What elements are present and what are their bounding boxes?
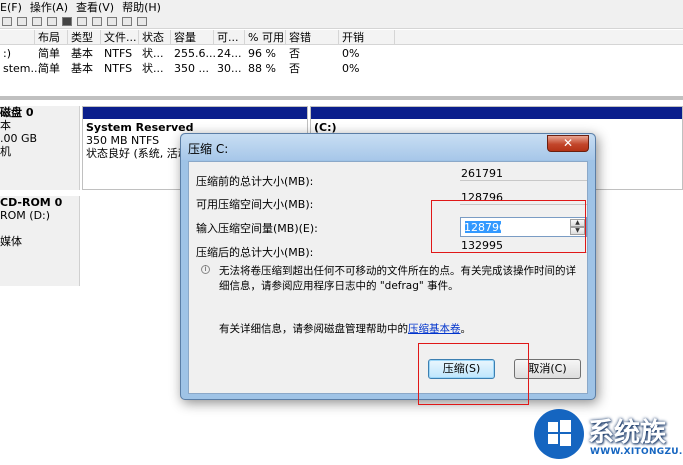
windows-logo-icon (534, 409, 584, 459)
cdrom-media: 媒体 (0, 235, 22, 248)
disk-0-size: .00 GB (0, 132, 38, 145)
info-icon: i (201, 265, 210, 274)
cell-type: 基本 (71, 47, 93, 60)
menu-action[interactable]: 操作(A) (30, 0, 68, 15)
cdrom-name: CD-ROM 0 (0, 196, 63, 209)
cell-fault-tolerance: 否 (289, 62, 300, 75)
watermark-url: WWW.XITONGZU.COM (590, 447, 683, 457)
help-link[interactable]: 压缩基本卷 (408, 323, 461, 335)
refresh-icon[interactable] (77, 17, 87, 26)
up-icon[interactable] (32, 17, 42, 26)
cell-filesystem: NTFS (104, 62, 133, 75)
cell-percent-free: 96 % (248, 47, 276, 60)
annotation-box-shrink (418, 343, 529, 405)
cell-free: 30... (217, 62, 242, 75)
cdrom-blank (0, 222, 79, 235)
col-capacity[interactable]: 容量 (171, 30, 214, 45)
cell-capacity: 255.6... (174, 47, 216, 60)
cell-layout: 简单 (38, 47, 60, 60)
detail-prefix: 有关详细信息，请参阅磁盘管理帮助中的 (219, 323, 408, 335)
col-volume[interactable] (0, 30, 35, 45)
menu-file[interactable]: E(F) (0, 0, 22, 15)
col-fault-tolerance[interactable]: 容错 (286, 30, 339, 45)
forward-icon[interactable] (17, 17, 27, 26)
table-row[interactable]: :) 简单 基本 NTFS 状... 255.6... 24... 96 % 否… (0, 46, 683, 61)
cell-fault-tolerance: 否 (289, 47, 300, 60)
toolbar (0, 15, 683, 29)
disk-0-label[interactable]: 磁盘 0 本 .00 GB 机 (0, 106, 80, 190)
partition-bar (83, 107, 307, 119)
shrink-dialog: 压缩 C: ✕ 压缩前的总计大小(MB): 261791 可用压缩空间大小(MB… (180, 133, 596, 400)
col-percent-free[interactable]: % 可用 (245, 30, 286, 45)
cell-percent-free: 88 % (248, 62, 276, 75)
info-text: 无法将卷压缩到超出任何不可移动的文件所在的点。有关完成该操作时间的详细信息，请参… (219, 265, 576, 292)
close-button[interactable]: ✕ (547, 135, 589, 152)
col-free[interactable]: 可... (214, 30, 245, 45)
panel-icon[interactable] (137, 17, 147, 26)
detail-suffix: 。 (460, 323, 472, 335)
table-row[interactable]: stem... 简单 基本 NTFS 状... 350 ... 30... 88… (0, 61, 683, 76)
shrink-amount-label: 输入压缩空间量(MB)(E): (196, 222, 318, 235)
close-icon: ✕ (562, 136, 574, 150)
back-icon[interactable] (2, 17, 12, 26)
partition-bar (311, 107, 682, 119)
menu-help[interactable]: 帮助(H) (122, 0, 161, 15)
cell-overhead: 0% (342, 47, 360, 60)
col-layout[interactable]: 布局 (35, 30, 68, 45)
cell-status: 状... (142, 47, 164, 60)
dialog-titlebar[interactable]: 压缩 C: ✕ (181, 134, 595, 160)
dialog-title: 压缩 C: (188, 142, 229, 156)
total-before-value: 261791 (460, 167, 587, 181)
check-icon[interactable] (122, 17, 132, 26)
col-filesystem[interactable]: 文件... (101, 30, 139, 45)
cell-free: 24... (217, 47, 242, 60)
cell-filesystem: NTFS (104, 47, 133, 60)
watermark-brand: 系统族 (588, 418, 667, 448)
cell-status: 状... (142, 62, 164, 75)
disk-0-name: 磁盘 0 (0, 106, 34, 119)
cdrom-drive: ROM (D:) (0, 209, 51, 222)
col-type[interactable]: 类型 (68, 30, 101, 45)
help-icon[interactable] (47, 17, 57, 26)
open-icon[interactable] (92, 17, 102, 26)
detail-text: 有关详细信息，请参阅磁盘管理帮助中的压缩基本卷。 (219, 321, 471, 336)
disk-0-type: 本 (0, 119, 11, 132)
menu-bar: E(F) 操作(A) 查看(V) 帮助(H) (0, 0, 683, 15)
list-icon[interactable] (107, 17, 117, 26)
annotation-box-input (431, 200, 586, 253)
cell-overhead: 0% (342, 62, 360, 75)
cell-layout: 简单 (38, 62, 60, 75)
col-overhead[interactable]: 开销 (339, 30, 395, 45)
cell-capacity: 350 ... (174, 62, 209, 75)
cdrom-0-label[interactable]: CD-ROM 0 ROM (D:) 媒体 (0, 196, 80, 286)
properties-icon[interactable] (62, 17, 72, 26)
col-status[interactable]: 状态 (139, 30, 171, 45)
menu-view[interactable]: 查看(V) (76, 0, 114, 15)
total-after-label: 压缩后的总计大小(MB): (196, 246, 314, 259)
cell-type: 基本 (71, 62, 93, 75)
available-space-label: 可用压缩空间大小(MB): (196, 198, 314, 211)
disk-0-state: 机 (0, 145, 11, 158)
total-before-label: 压缩前的总计大小(MB): (196, 175, 314, 188)
cell-volume: :) (3, 47, 11, 60)
volume-table-header: 布局 类型 文件... 状态 容量 可... % 可用 容错 开销 (0, 30, 683, 45)
